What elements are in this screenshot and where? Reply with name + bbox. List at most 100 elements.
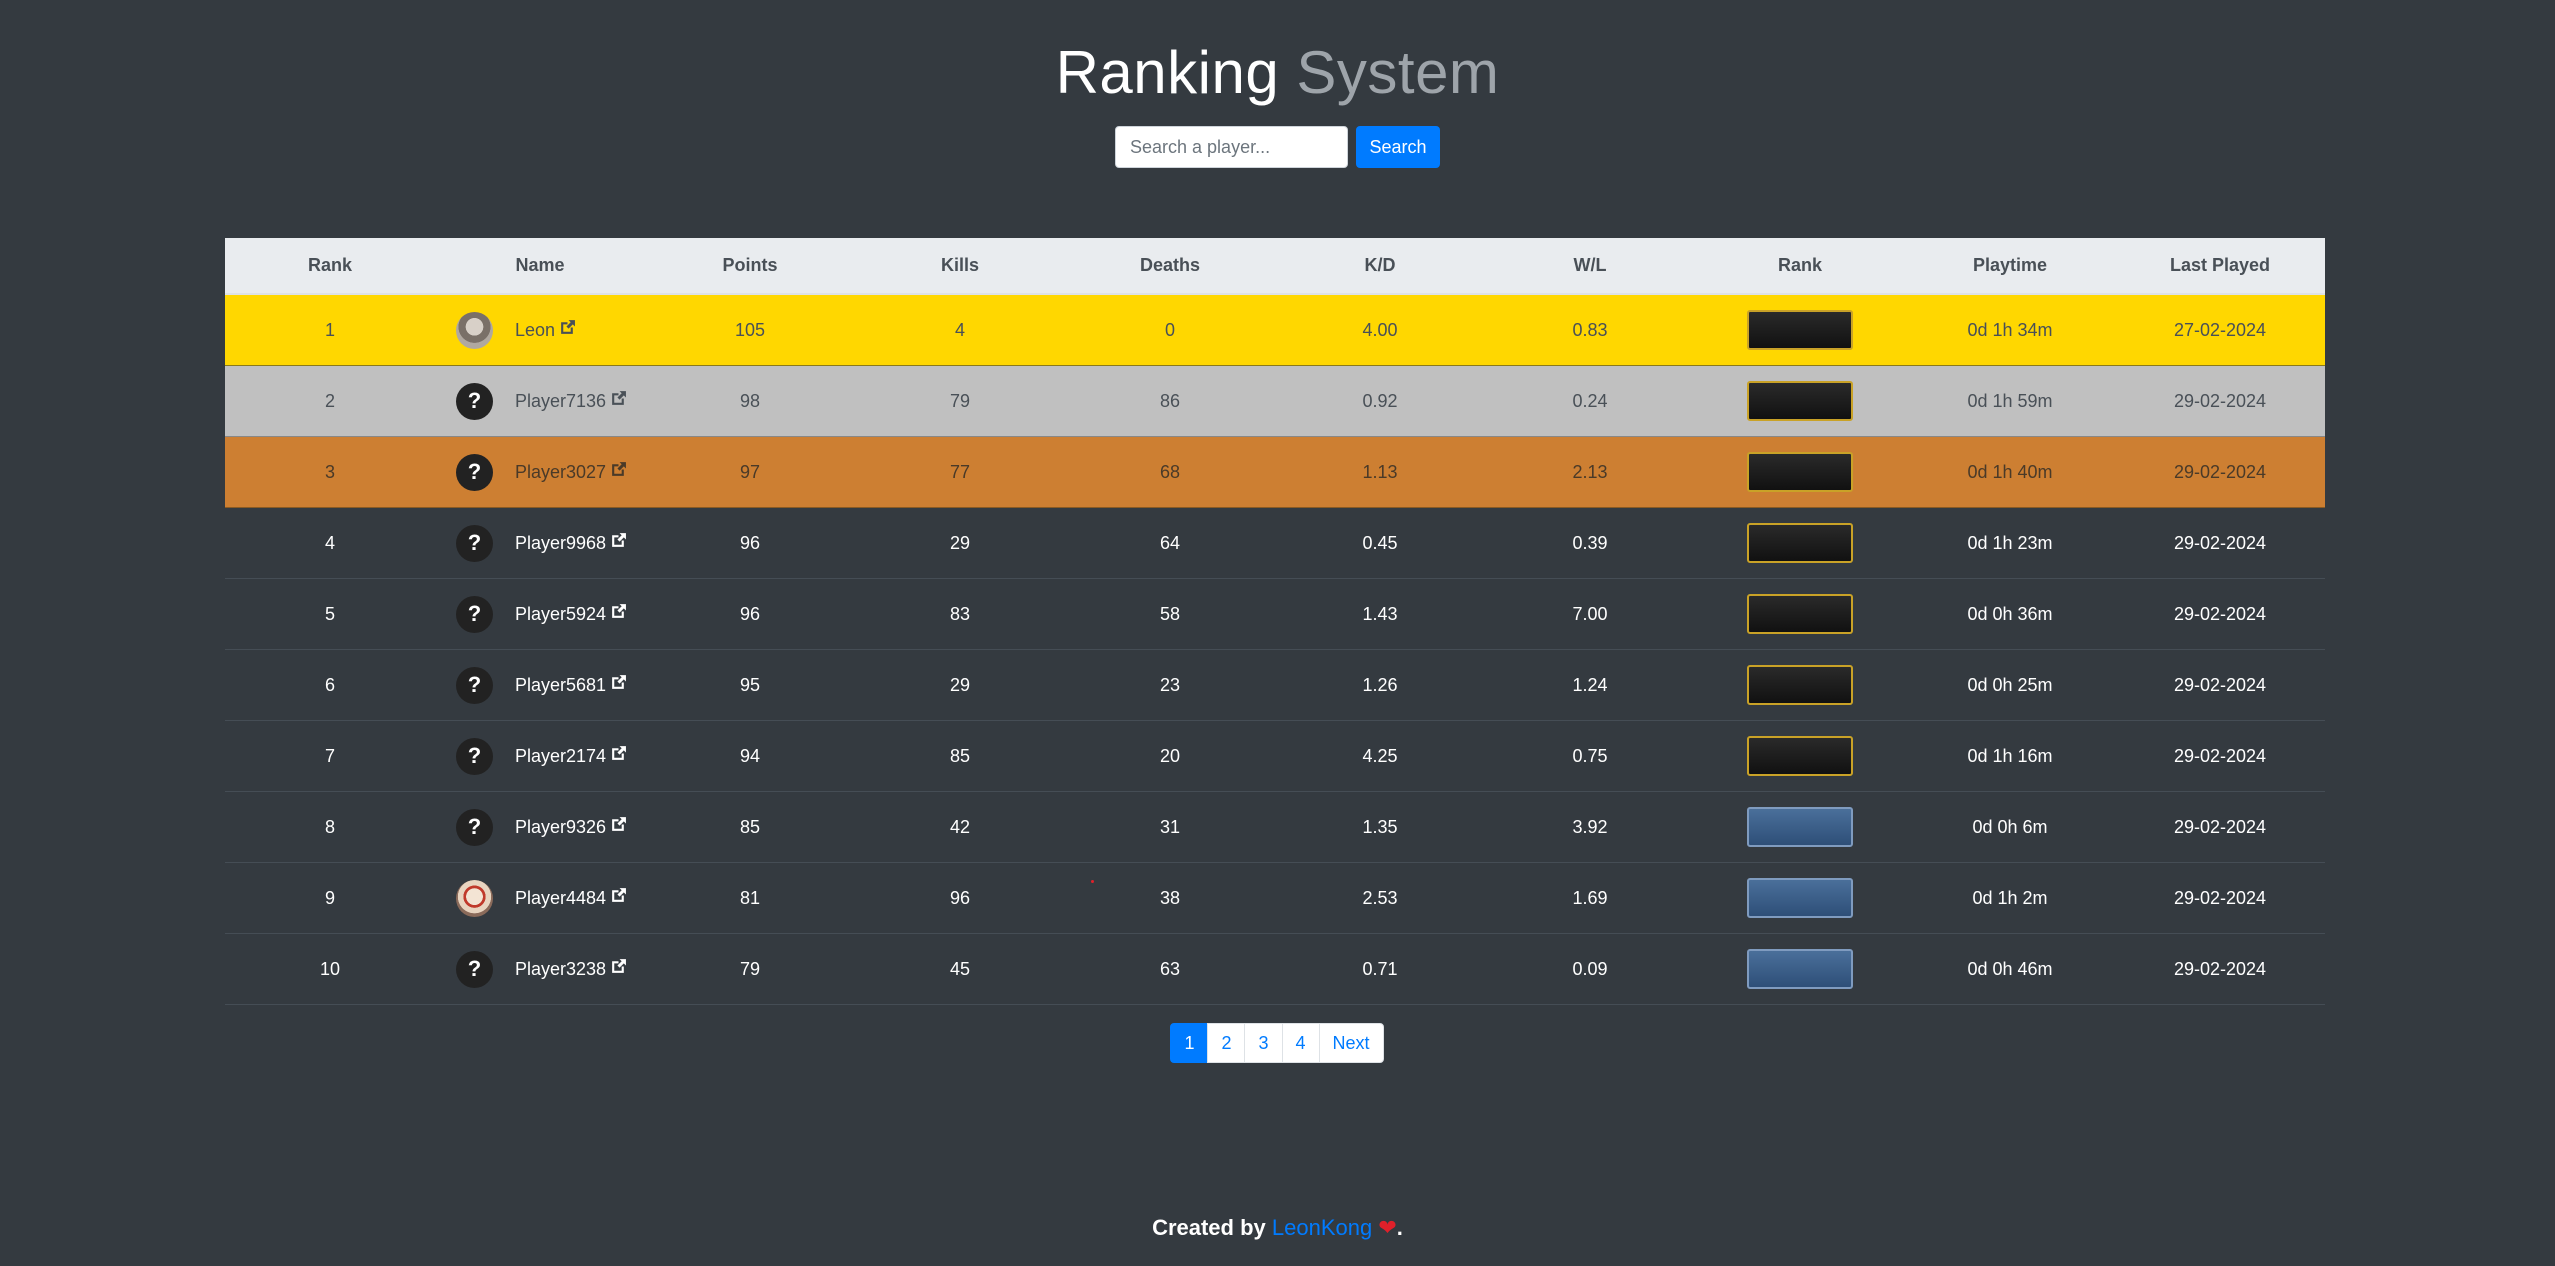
table-row: 5? Player5924 96 83 58 1.43 7.00 0d 0h 36m 29-02… <box>225 578 2325 650</box>
last-played-cell: 29-02-2024 <box>2115 436 2325 508</box>
column-header-wl[interactable]: W/L <box>1485 238 1695 295</box>
avatar-placeholder-icon: ? <box>456 808 493 846</box>
avatar <box>456 879 493 917</box>
name-cell: ? Player3027 <box>435 436 645 508</box>
rank-badge-icon <box>1747 736 1853 776</box>
deaths-cell: 0 <box>1065 294 1275 366</box>
title-word-ranking: Ranking <box>1055 39 1280 106</box>
kills-cell: 79 <box>855 365 1065 437</box>
player-name-link[interactable]: Player3238 <box>515 959 606 980</box>
last-played-cell: 29-02-2024 <box>2115 720 2325 792</box>
external-link-icon[interactable] <box>610 390 627 412</box>
rank-badge-cell <box>1695 720 1905 792</box>
footer: Created by LeonKong ❤. <box>0 1215 2555 1241</box>
points-cell: 98 <box>645 365 855 437</box>
rank-badge-icon <box>1747 949 1853 989</box>
table-body: 1 Leon 105 4 0 4.00 0.83 0d 1h 34m 27-02-2024 2? P… <box>225 294 2325 1005</box>
table-row: 4? Player9968 96 29 64 0.45 0.39 0d 1h 23m 29-02… <box>225 507 2325 579</box>
title-word-system: System <box>1296 39 1500 106</box>
table-header-row: Rank Name Points Kills Deaths K/D W/L Ra… <box>225 238 2325 295</box>
last-played-cell: 29-02-2024 <box>2115 933 2325 1005</box>
column-header-deaths[interactable]: Deaths <box>1065 238 1275 295</box>
table-row: 1 Leon 105 4 0 4.00 0.83 0d 1h 34m 27-02-2024 <box>225 294 2325 366</box>
player-name-link[interactable]: Player2174 <box>515 746 606 767</box>
page-title: Ranking System <box>0 35 2555 110</box>
rank-cell: 4 <box>225 507 435 579</box>
external-link-icon[interactable] <box>559 319 576 341</box>
page-link-3[interactable]: 3 <box>1244 1023 1283 1063</box>
points-cell: 105 <box>645 294 855 366</box>
name-cell: Leon <box>435 294 645 366</box>
heart-icon: ❤ <box>1378 1215 1397 1240</box>
external-link-icon[interactable] <box>610 887 627 909</box>
column-header-kills[interactable]: Kills <box>855 238 1065 295</box>
table-row: 9 Player4484 81 96 38 2.53 1.69 0d 1h 2m 29-02-2… <box>225 862 2325 934</box>
external-link-icon[interactable] <box>610 745 627 767</box>
avatar-placeholder-icon: ? <box>456 595 493 633</box>
player-name-link[interactable]: Player5681 <box>515 675 606 696</box>
kd-cell: 0.45 <box>1275 507 1485 579</box>
deaths-cell: 23 <box>1065 649 1275 721</box>
deaths-cell: 58 <box>1065 578 1275 650</box>
playtime-cell: 0d 1h 59m <box>1905 365 2115 437</box>
external-link-icon[interactable] <box>610 603 627 625</box>
column-header-last-played[interactable]: Last Played <box>2115 238 2325 295</box>
search-button[interactable]: Search <box>1356 126 1440 168</box>
wl-cell: 0.24 <box>1485 365 1695 437</box>
rank-cell: 2 <box>225 365 435 437</box>
external-link-icon[interactable] <box>610 532 627 554</box>
table-row: 7? Player2174 94 85 20 4.25 0.75 0d 1h 16m 29-02… <box>225 720 2325 792</box>
rank-cell: 5 <box>225 578 435 650</box>
page-link-2[interactable]: 2 <box>1207 1023 1246 1063</box>
kills-cell: 83 <box>855 578 1065 650</box>
wl-cell: 7.00 <box>1485 578 1695 650</box>
points-cell: 85 <box>645 791 855 863</box>
external-link-icon[interactable] <box>610 461 627 483</box>
rank-badge-icon <box>1747 807 1853 847</box>
player-name-link[interactable]: Player7136 <box>515 391 606 412</box>
page-link-4[interactable]: 4 <box>1281 1023 1320 1063</box>
column-header-kd[interactable]: K/D <box>1275 238 1485 295</box>
name-cell: ? Player5924 <box>435 578 645 650</box>
playtime-cell: 0d 1h 40m <box>1905 436 2115 508</box>
player-name-link[interactable]: Player9968 <box>515 533 606 554</box>
external-link-icon[interactable] <box>610 674 627 696</box>
search-input[interactable] <box>1115 126 1348 168</box>
last-played-cell: 27-02-2024 <box>2115 294 2325 366</box>
author-link[interactable]: LeonKong <box>1272 1215 1372 1240</box>
last-played-cell: 29-02-2024 <box>2115 791 2325 863</box>
rank-badge-icon <box>1747 665 1853 705</box>
column-header-playtime[interactable]: Playtime <box>1905 238 2115 295</box>
column-header-points[interactable]: Points <box>645 238 855 295</box>
player-name-link[interactable]: Leon <box>515 320 555 341</box>
rank-badge-cell <box>1695 933 1905 1005</box>
column-header-rank-badge[interactable]: Rank <box>1695 238 1905 295</box>
kd-cell: 0.92 <box>1275 365 1485 437</box>
page-link-1[interactable]: 1 <box>1170 1023 1209 1063</box>
rank-badge-icon <box>1747 381 1853 421</box>
external-link-icon[interactable] <box>610 816 627 838</box>
player-name-link[interactable]: Player5924 <box>515 604 606 625</box>
wl-cell: 0.75 <box>1485 720 1695 792</box>
rank-badge-icon <box>1747 523 1853 563</box>
points-cell: 79 <box>645 933 855 1005</box>
player-name-link[interactable]: Player9326 <box>515 817 606 838</box>
page-link-next[interactable]: Next <box>1318 1023 1384 1063</box>
player-name-link[interactable]: Player4484 <box>515 888 606 909</box>
player-name-link[interactable]: Player3027 <box>515 462 606 483</box>
deaths-cell: 63 <box>1065 933 1275 1005</box>
external-link-icon[interactable] <box>610 958 627 980</box>
rank-cell: 3 <box>225 436 435 508</box>
column-header-name[interactable]: Name <box>435 238 645 295</box>
kd-cell: 1.26 <box>1275 649 1485 721</box>
rank-badge-cell <box>1695 365 1905 437</box>
rank-badge-cell <box>1695 649 1905 721</box>
kd-cell: 2.53 <box>1275 862 1485 934</box>
deaths-cell: 68 <box>1065 436 1275 508</box>
column-header-rank[interactable]: Rank <box>225 238 435 295</box>
table-row: 10? Player3238 79 45 63 0.71 0.09 0d 0h 46m 29-0… <box>225 933 2325 1005</box>
name-cell: ? Player3238 <box>435 933 645 1005</box>
rank-badge-cell <box>1695 294 1905 366</box>
rank-cell: 10 <box>225 933 435 1005</box>
rank-badge-icon <box>1747 878 1853 918</box>
